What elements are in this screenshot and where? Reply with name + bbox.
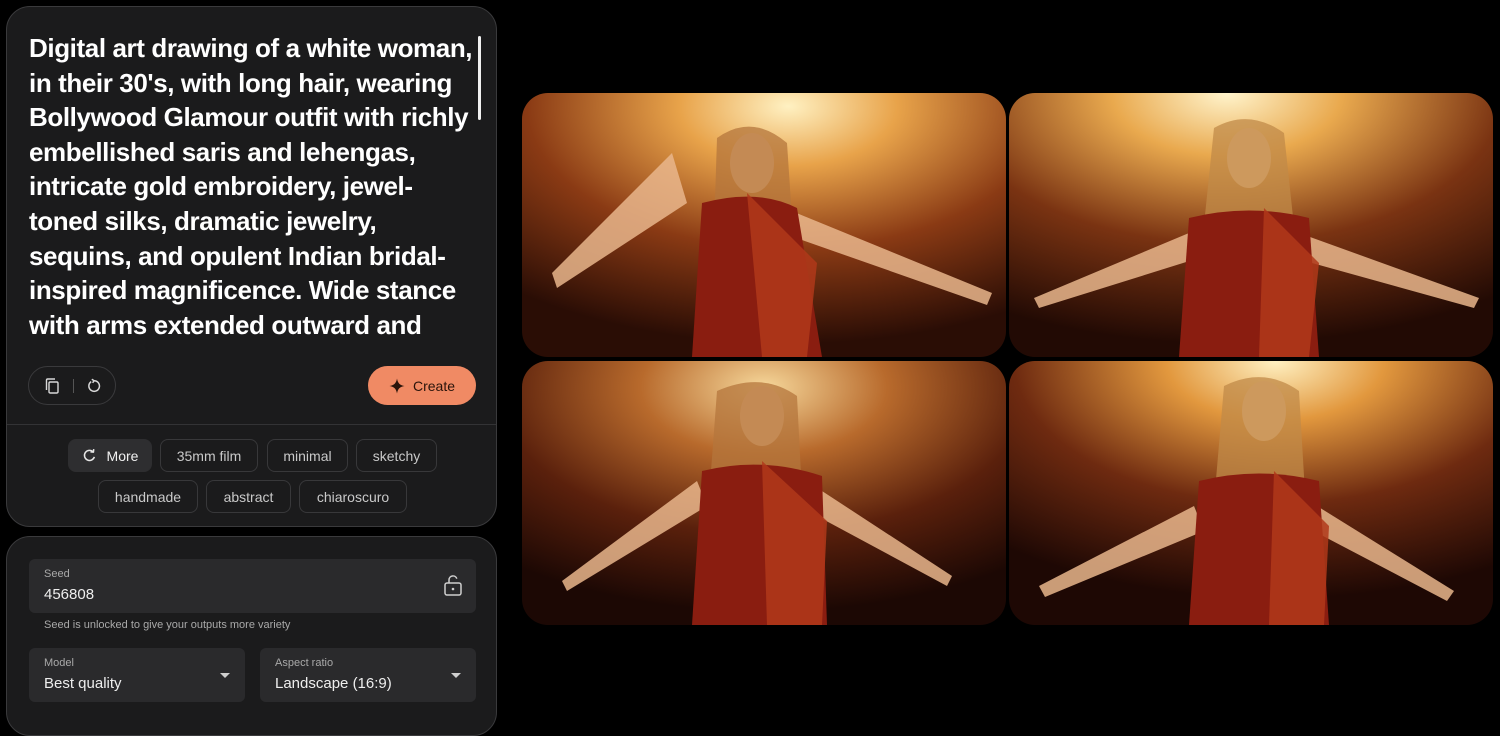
chip-label: handmade [114,488,182,505]
prompt-scrollbar[interactable] [478,36,481,120]
prompt-panel: Digital art drawing of a white woman, in… [6,6,497,527]
style-chip-chiaroscuro[interactable]: chiaroscuro [299,480,407,513]
style-chip-35mm-film[interactable]: 35mm film [160,439,258,472]
prompt-tools-group [28,366,116,405]
chip-label: sketchy [372,447,421,464]
more-styles-button[interactable]: More [68,439,152,472]
seed-field[interactable]: Seed 456808 [29,559,476,613]
chip-label: chiaroscuro [316,488,390,505]
divider [7,424,496,425]
style-chip-abstract[interactable]: abstract [206,480,291,513]
reset-icon[interactable] [83,375,105,397]
create-button[interactable]: Create [368,366,476,405]
generated-image-4[interactable] [1009,361,1493,625]
refresh-icon [83,449,95,462]
seed-value: 456808 [44,586,95,603]
model-select[interactable]: Model Best quality [29,648,245,702]
create-label: Create [412,377,456,394]
more-label: More [106,447,139,464]
model-label: Model [44,657,74,669]
aspect-ratio-select[interactable]: Aspect ratio Landscape (16:9) [260,648,476,702]
generated-image-3[interactable] [522,361,1006,625]
seed-hint: Seed is unlocked to give your outputs mo… [44,619,291,631]
copy-icon[interactable] [41,375,63,397]
aspect-label: Aspect ratio [275,657,334,669]
style-chip-sketchy[interactable]: sketchy [356,439,437,472]
prompt-textarea[interactable]: Digital art drawing of a white woman, in… [29,31,474,342]
generated-image-1[interactable] [522,93,1006,357]
style-chip-minimal[interactable]: minimal [267,439,348,472]
unlock-icon[interactable] [443,574,463,596]
tools-divider [73,379,74,393]
seed-label: Seed [44,568,70,580]
generated-image-2[interactable] [1009,93,1493,357]
aspect-value: Landscape (16:9) [275,675,392,692]
chevron-down-icon [451,673,461,678]
sparkle-icon [389,378,405,393]
chip-label: abstract [223,488,274,505]
settings-panel: Seed 456808 Seed is unlocked to give you… [6,536,497,736]
style-chip-handmade[interactable]: handmade [98,480,198,513]
model-value: Best quality [44,675,122,692]
chevron-down-icon [220,673,230,678]
chip-label: 35mm film [176,447,242,464]
chip-label: minimal [283,447,332,464]
